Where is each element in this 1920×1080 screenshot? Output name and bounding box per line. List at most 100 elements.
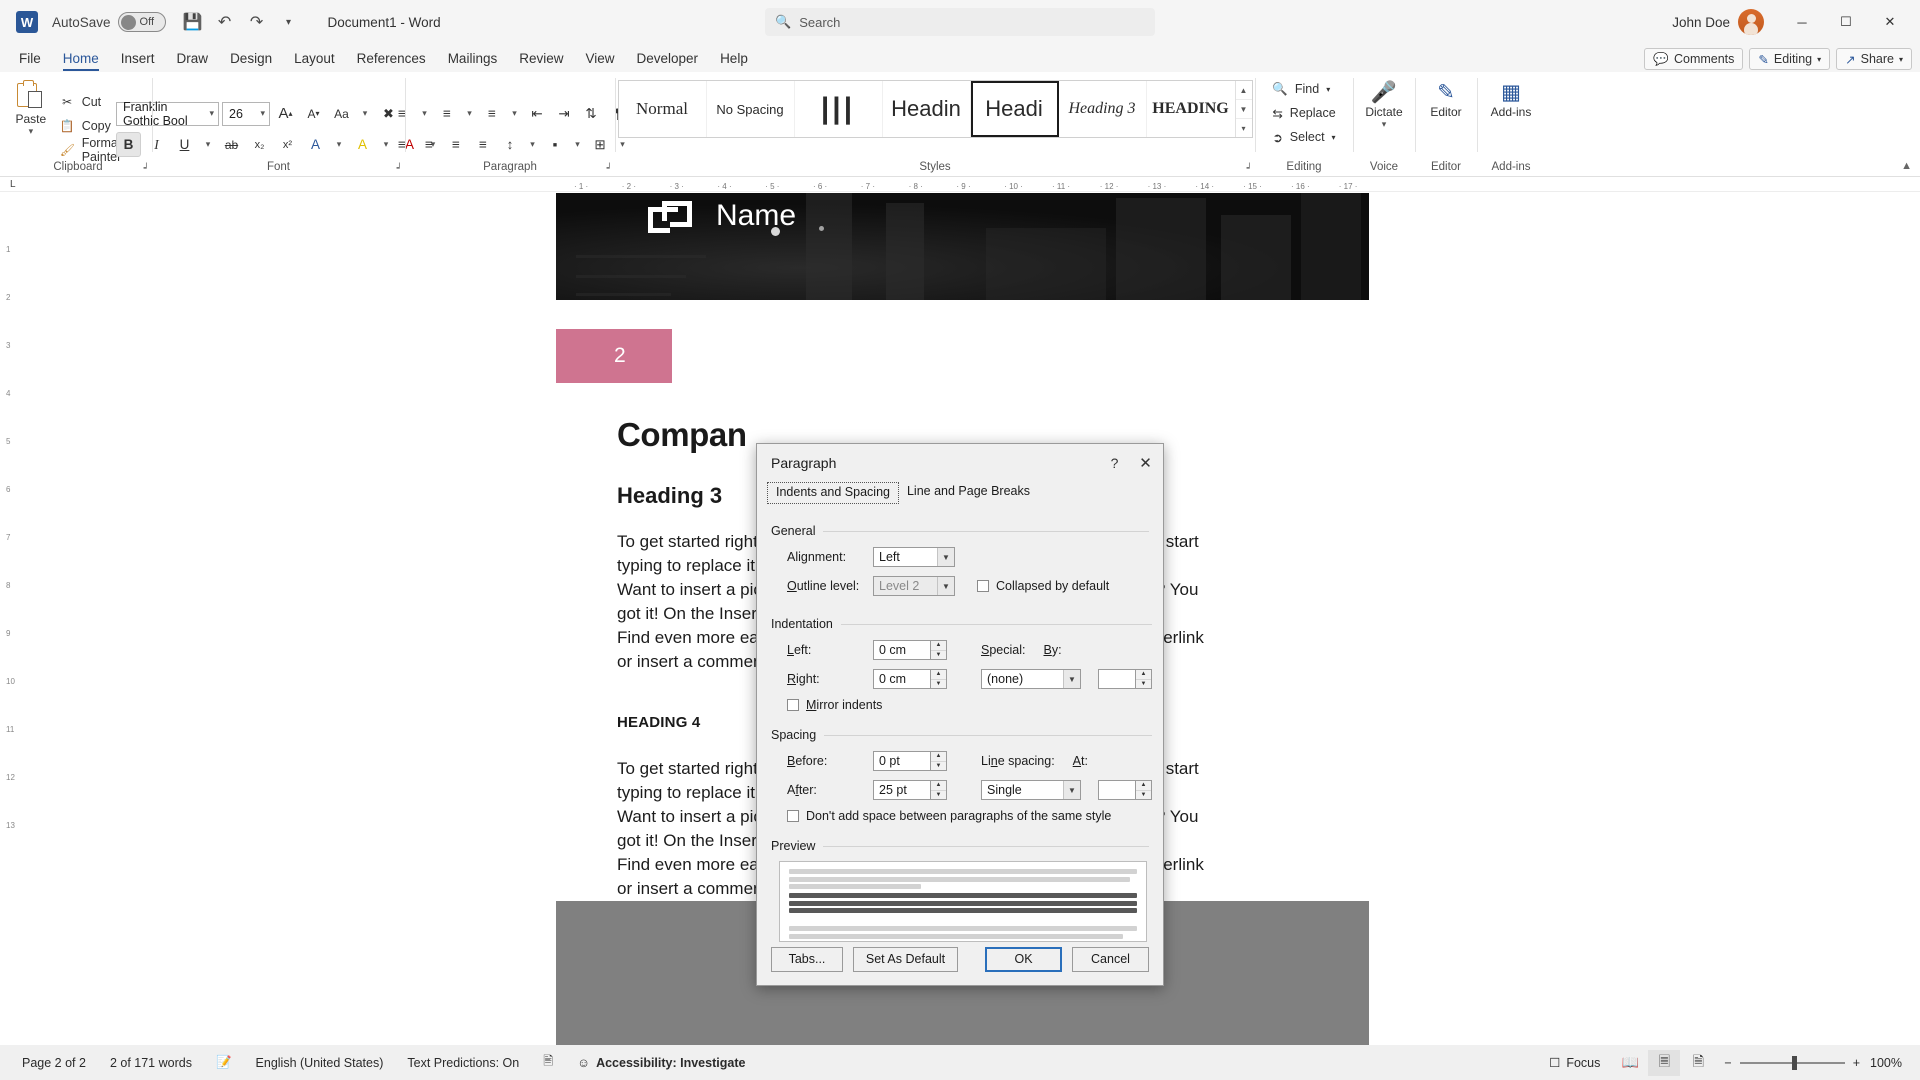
styles-dialog-launcher[interactable]: ┙ xyxy=(1247,163,1252,174)
multilevel-list-button[interactable]: ≡ xyxy=(480,101,505,126)
ribbon-tab-review[interactable]: Review xyxy=(508,49,574,72)
undo-icon[interactable]: ↶ xyxy=(210,7,240,37)
spacing-after-stepper[interactable]: ▲ ▼ xyxy=(931,780,947,800)
spacing-after-input[interactable]: 25 pt xyxy=(873,780,931,800)
stepper-up-icon[interactable]: ▲ xyxy=(931,670,946,680)
align-center-button[interactable]: ≡ xyxy=(417,132,442,157)
chevron-down-icon[interactable]: ▾ xyxy=(417,101,433,126)
web-layout-button[interactable]: 🗎 xyxy=(1682,1050,1714,1076)
bullets-button[interactable]: ≡ xyxy=(390,101,415,126)
zoom-in-button[interactable]: + xyxy=(1853,1056,1860,1070)
text-effects-button[interactable]: A xyxy=(303,132,328,157)
style-heading-4[interactable]: HEADING xyxy=(1147,81,1235,137)
dialog-help-button[interactable]: ? xyxy=(1099,448,1130,478)
zoom-level-label[interactable]: 100% xyxy=(1870,1056,1910,1070)
chevron-down-icon[interactable]: ▾ xyxy=(29,126,34,137)
superscript-button[interactable]: x² xyxy=(275,132,300,157)
stepper-down-icon[interactable]: ▼ xyxy=(1136,791,1151,800)
chevron-down-icon[interactable]: ▼ xyxy=(937,577,954,595)
styles-more-icon[interactable]: ▾ xyxy=(1236,119,1252,137)
alignment-select[interactable]: Left ▼ xyxy=(873,547,955,567)
shrink-font-button[interactable]: A ▾ xyxy=(301,101,326,126)
numbering-button[interactable]: ≡ xyxy=(435,101,460,126)
style-normal[interactable]: Normal xyxy=(619,81,707,137)
ribbon-tab-home[interactable]: Home xyxy=(52,49,110,72)
dialog-close-button[interactable]: ✕ xyxy=(1130,448,1161,478)
ribbon-collapse-icon[interactable]: ▲ xyxy=(1901,160,1912,172)
indent-left-input[interactable]: 0 cm xyxy=(873,640,931,660)
zoom-out-button[interactable]: − xyxy=(1724,1056,1731,1070)
search-input[interactable]: 🔍 Search xyxy=(765,8,1155,36)
ribbon-tab-layout[interactable]: Layout xyxy=(283,49,346,72)
stepper-down-icon[interactable]: ▼ xyxy=(931,762,946,771)
mirror-indents-checkbox[interactable]: Mirror indents xyxy=(787,698,1152,712)
zoom-track[interactable] xyxy=(1739,1055,1845,1070)
stepper-up-icon[interactable]: ▲ xyxy=(1136,670,1151,680)
share-button[interactable]: ↗ Share ▾ xyxy=(1836,48,1912,70)
chevron-down-icon[interactable]: ▾ xyxy=(357,101,373,126)
by-stepper[interactable]: ▲ ▼ xyxy=(1136,669,1152,689)
collapsed-by-default-checkbox[interactable]: Collapsed by default xyxy=(977,579,1109,593)
chevron-down-icon[interactable]: ▾ xyxy=(200,132,216,157)
ribbon-tab-view[interactable]: View xyxy=(574,49,625,72)
change-case-button[interactable]: Aa xyxy=(329,101,354,126)
print-layout-button[interactable]: 🗏 xyxy=(1648,1049,1681,1076)
stepper-down-icon[interactable]: ▼ xyxy=(931,680,946,689)
line-spacing-select[interactable]: Single ▼ xyxy=(981,780,1081,800)
style-heading-1[interactable]: Headin xyxy=(883,81,971,137)
stepper-up-icon[interactable]: ▲ xyxy=(1136,781,1151,791)
increase-indent-button[interactable]: ⇥ xyxy=(552,101,577,126)
sort-button[interactable]: ⇅ xyxy=(579,101,604,126)
outline-level-select[interactable]: Level 2 ▼ xyxy=(873,576,955,596)
chevron-down-icon[interactable]: ▼ xyxy=(1063,781,1080,799)
by-input[interactable] xyxy=(1098,669,1136,689)
find-button[interactable]: 🔍 Find ▾ xyxy=(1268,78,1339,100)
checkbox-box[interactable] xyxy=(787,699,799,711)
chevron-down-icon[interactable]: ▾ xyxy=(1326,85,1330,94)
spacing-before-input[interactable]: 0 pt xyxy=(873,751,931,771)
font-name-input[interactable]: Franklin Gothic Bool ▾ xyxy=(116,100,219,128)
decrease-indent-button[interactable]: ⇤ xyxy=(525,101,550,126)
read-mode-button[interactable]: 📖 xyxy=(1614,1050,1646,1076)
special-select[interactable]: (none) ▼ xyxy=(981,669,1081,689)
ribbon-tab-mailings[interactable]: Mailings xyxy=(437,49,509,72)
language-indicator[interactable]: English (United States) xyxy=(244,1050,396,1076)
ribbon-tab-help[interactable]: Help xyxy=(709,49,759,72)
chevron-down-icon[interactable]: ▾ xyxy=(331,132,347,157)
tab-indents-and-spacing[interactable]: Indents and Spacing xyxy=(767,482,899,504)
ribbon-tab-draw[interactable]: Draw xyxy=(166,49,220,72)
comments-button[interactable]: 💬 Comments xyxy=(1644,48,1744,70)
close-button[interactable]: ✕ xyxy=(1868,4,1912,40)
stepper-down-icon[interactable]: ▼ xyxy=(931,791,946,800)
borders-button[interactable]: ⊞ xyxy=(588,132,613,157)
at-stepper[interactable]: ▲ ▼ xyxy=(1136,780,1152,800)
autosave-toggle[interactable]: Off xyxy=(117,12,166,32)
chevron-down-icon[interactable]: ▾ xyxy=(462,101,478,126)
tabs-button[interactable]: Tabs... xyxy=(771,946,843,972)
stepper-up-icon[interactable]: ▲ xyxy=(931,781,946,791)
ok-button[interactable]: OK xyxy=(985,946,1062,972)
dictate-button[interactable]: 🎤 Dictate ▾ xyxy=(1357,76,1411,130)
spacing-before-stepper[interactable]: ▲ ▼ xyxy=(931,751,947,771)
avatar[interactable] xyxy=(1738,9,1764,35)
zoom-knob[interactable] xyxy=(1791,1055,1797,1070)
stepper-down-icon[interactable]: ▼ xyxy=(931,651,946,660)
set-as-default-button[interactable]: Set As Default xyxy=(853,946,958,972)
dont-add-space-checkbox[interactable]: Don't add space between paragraphs of th… xyxy=(787,809,1152,823)
style-heading-3[interactable]: Heading 3 xyxy=(1059,81,1147,137)
bold-button[interactable]: B xyxy=(116,132,141,157)
justify-button[interactable]: ≡ xyxy=(471,132,496,157)
strikethrough-button[interactable]: ab xyxy=(219,132,244,157)
customize-quick-access-icon[interactable]: ▾ xyxy=(274,7,304,37)
font-size-input[interactable]: 26 ▾ xyxy=(222,101,270,126)
stepper-up-icon[interactable]: ▲ xyxy=(931,752,946,762)
chevron-down-icon[interactable]: ▾ xyxy=(525,132,541,157)
line-spacing-button[interactable]: ↕ xyxy=(498,132,523,157)
tab-stop-selector[interactable]: L xyxy=(10,179,16,190)
grow-font-button[interactable]: A ▴ xyxy=(273,101,298,126)
save-icon[interactable]: 💾 xyxy=(178,7,208,37)
chevron-down-icon[interactable]: ▼ xyxy=(937,548,954,566)
focus-mode-button[interactable]: ☐ Focus xyxy=(1537,1050,1612,1076)
style-bars[interactable]: ||| xyxy=(795,81,883,137)
italic-button[interactable]: I xyxy=(144,132,169,157)
